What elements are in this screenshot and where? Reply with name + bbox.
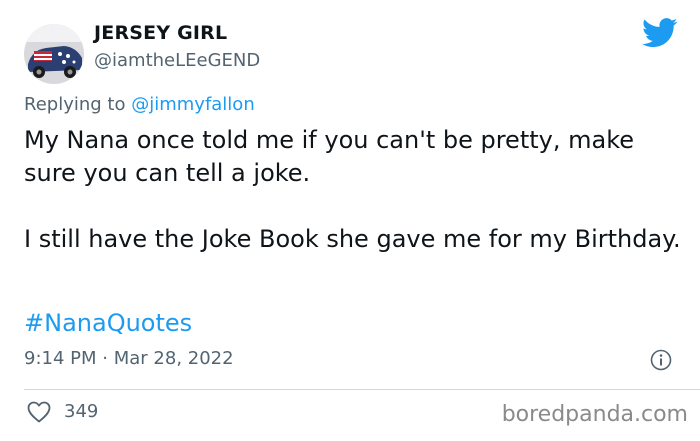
- like-count: 349: [64, 401, 99, 422]
- heart-icon[interactable]: [27, 401, 51, 423]
- watermark: boredpanda.com: [501, 402, 688, 427]
- author-handle[interactable]: @iamtheLEeGEND: [94, 50, 260, 71]
- divider: [24, 389, 700, 390]
- reply-context: Replying to @jimmyfallon: [24, 94, 255, 115]
- tweet-text: My Nana once told me if you can't be pre…: [24, 124, 684, 256]
- tweet-text-line2: I still have the Joke Book she gave me f…: [24, 225, 681, 253]
- timestamp-separator: ·: [102, 348, 108, 369]
- hashtag-link[interactable]: #NanaQuotes: [24, 309, 192, 337]
- tweet-time: 9:14 PM: [24, 348, 97, 369]
- info-icon[interactable]: [650, 349, 672, 371]
- avatar[interactable]: [24, 24, 84, 84]
- tweet-text-line1: My Nana once told me if you can't be pre…: [24, 126, 634, 187]
- reply-prefix: Replying to: [24, 94, 126, 115]
- author-name[interactable]: JERSEY GIRL: [94, 22, 227, 44]
- reply-mention-link[interactable]: @jimmyfallon: [131, 94, 255, 115]
- tweet-timestamp[interactable]: 9:14 PM · Mar 28, 2022: [24, 348, 234, 369]
- twitter-bird-icon[interactable]: [642, 18, 678, 48]
- tweet-date: Mar 28, 2022: [113, 348, 234, 369]
